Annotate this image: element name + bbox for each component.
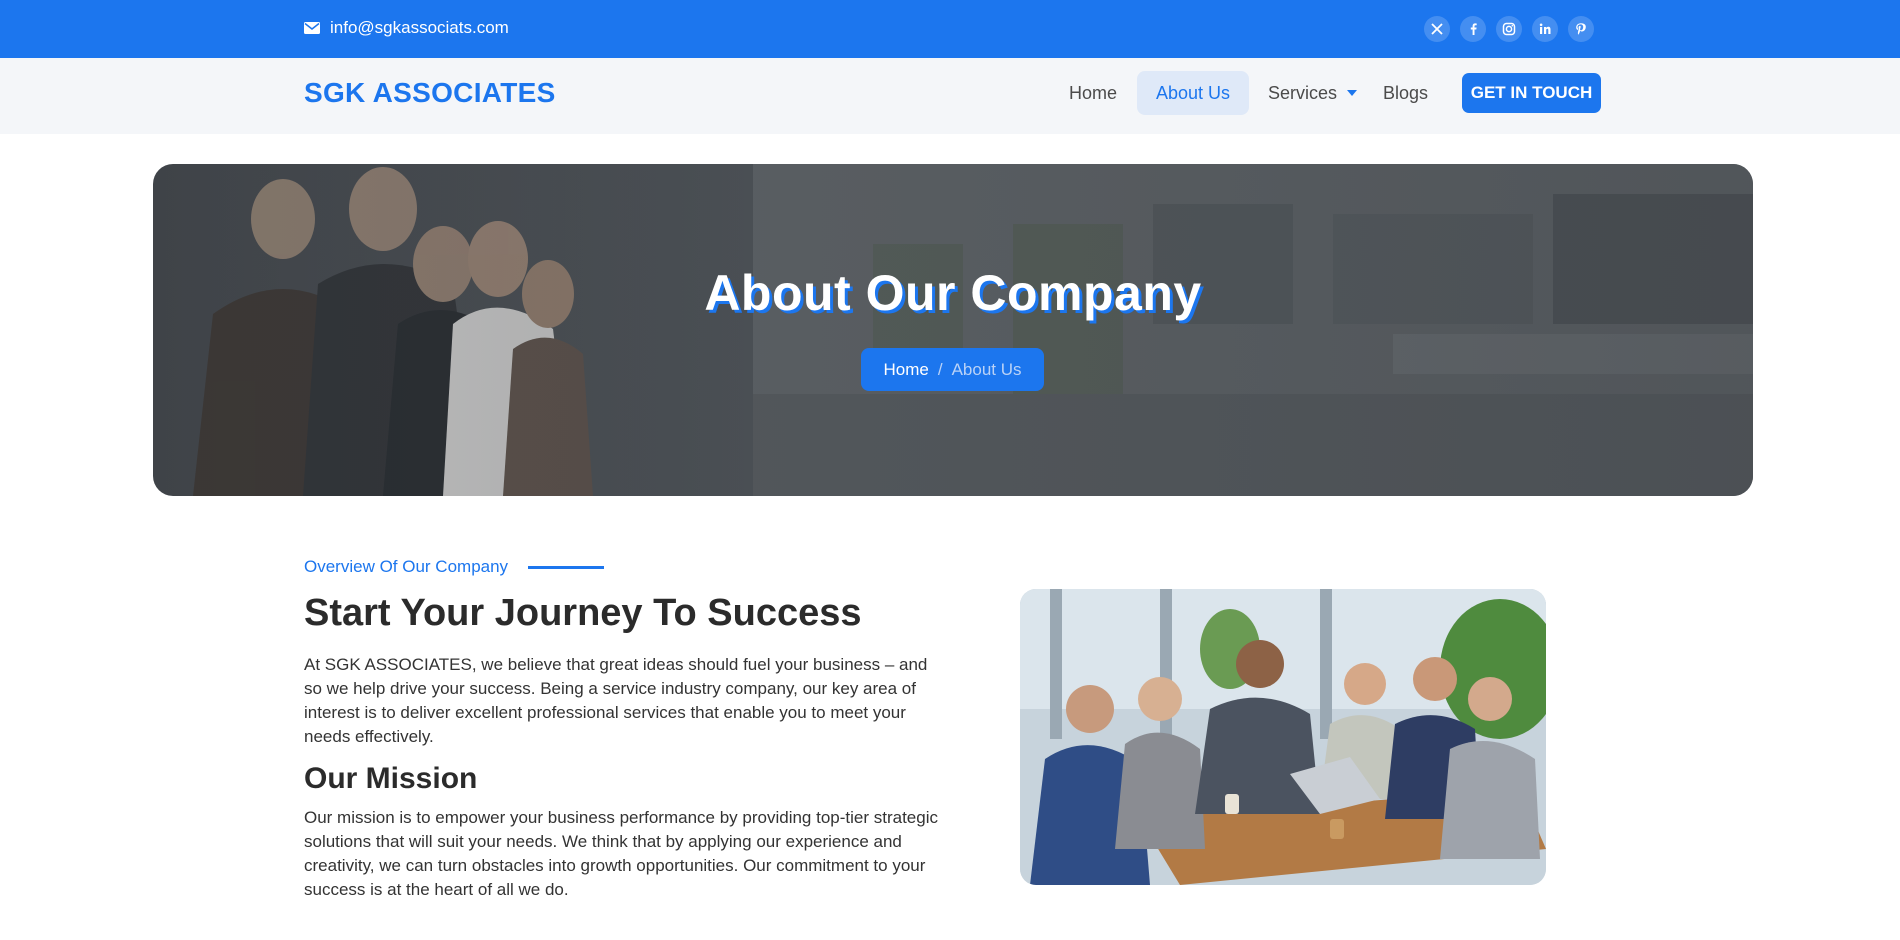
nav-item-blogs[interactable]: Blogs (1383, 71, 1433, 115)
email-text: info@sgkassociats.com (330, 18, 509, 37)
get-in-touch-button[interactable]: GET IN TOUCH (1462, 73, 1601, 113)
mission-paragraph: Our mission is to empower your business … (304, 808, 938, 899)
hero-background-image (153, 164, 1753, 496)
hero-title: About Our Company (704, 265, 1202, 321)
nav-item-home[interactable]: Home (1069, 71, 1117, 115)
breadcrumb-current: About Us (951, 359, 1022, 379)
facebook-icon[interactable] (1460, 16, 1486, 42)
nav-item-services-label: Services (1268, 83, 1338, 103)
section-eyebrow: Overview Of Our Company (304, 557, 605, 577)
breadcrumb-separator: / (937, 359, 943, 379)
breadcrumb-home-link[interactable]: Home (883, 360, 928, 380)
intro-paragraph: At SGK ASSOCIATES, we believe that great… (304, 655, 928, 746)
pinterest-icon[interactable] (1568, 16, 1594, 42)
team-meeting-image (1020, 589, 1546, 885)
instagram-icon[interactable] (1496, 16, 1522, 42)
top-bar: info@sgkassociats.com (0, 0, 1900, 58)
nav-item-about-us[interactable]: About Us (1137, 71, 1249, 115)
email-link[interactable]: info@sgkassociats.com (304, 18, 509, 38)
envelope-icon (304, 22, 320, 34)
nav-item-services[interactable]: Services (1268, 71, 1358, 115)
x-twitter-icon[interactable] (1424, 16, 1450, 42)
breadcrumb: Home / About Us (861, 348, 1044, 391)
brand-logo[interactable]: SGK ASSOCIATES (304, 77, 556, 109)
mission-heading: Our Mission (304, 762, 478, 795)
eyebrow-text: Overview Of Our Company (304, 557, 509, 576)
section-heading: Start Your Journey To Success (304, 592, 862, 634)
hero-banner: About Our Company Home / About Us (153, 164, 1753, 496)
linkedin-icon[interactable] (1532, 16, 1558, 42)
eyebrow-underline (528, 565, 605, 569)
social-links (1424, 16, 1594, 42)
main-navbar: SGK ASSOCIATES Home About Us Services Bl… (0, 58, 1900, 134)
caret-down-icon (1347, 90, 1358, 96)
